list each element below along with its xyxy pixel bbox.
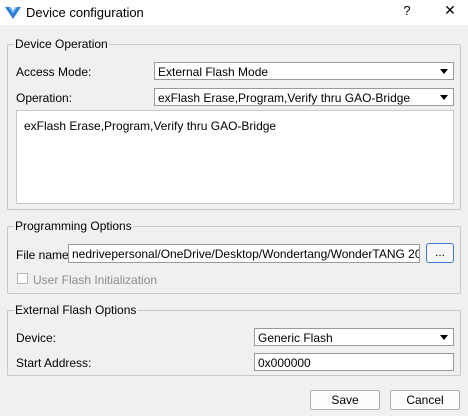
- access-mode-dropdown[interactable]: External Flash Mode: [154, 62, 454, 80]
- title-bar: Device configuration ? ✕: [0, 0, 468, 25]
- operation-dropdown[interactable]: exFlash Erase,Program,Verify thru GAO-Br…: [154, 88, 454, 106]
- chevron-down-icon: [440, 69, 448, 74]
- file-name-value: nedrivepersonal/OneDrive/Desktop/Wondert…: [72, 247, 420, 261]
- user-flash-checkbox[interactable]: [17, 273, 28, 284]
- device-value: Generic Flash: [258, 331, 333, 345]
- operation-description-box: exFlash Erase,Program,Verify thru GAO-Br…: [16, 110, 454, 204]
- user-flash-label: User Flash Initialization: [33, 273, 158, 287]
- device-dropdown[interactable]: Generic Flash: [254, 328, 454, 346]
- browse-button[interactable]: ...: [426, 243, 454, 263]
- access-mode-label: Access Mode:: [16, 65, 92, 79]
- start-address-value: 0x000000: [258, 356, 311, 370]
- file-name-label: File name:: [16, 248, 73, 262]
- app-logo-icon: [5, 7, 21, 19]
- chevron-down-icon: [440, 95, 448, 100]
- start-address-input[interactable]: 0x000000: [254, 353, 454, 371]
- cancel-button[interactable]: Cancel: [390, 390, 460, 410]
- file-name-input[interactable]: nedrivepersonal/OneDrive/Desktop/Wondert…: [68, 244, 420, 263]
- close-button[interactable]: ✕: [441, 2, 459, 19]
- start-address-label: Start Address:: [16, 356, 92, 370]
- operation-description: exFlash Erase,Program,Verify thru GAO-Br…: [24, 119, 277, 133]
- window-title: Device configuration: [26, 5, 144, 20]
- operation-value: exFlash Erase,Program,Verify thru GAO-Br…: [158, 91, 411, 105]
- save-button[interactable]: Save: [310, 390, 380, 410]
- help-button[interactable]: ?: [399, 3, 415, 18]
- device-label: Device:: [16, 331, 57, 345]
- programming-options-title: Programming Options: [14, 219, 133, 233]
- access-mode-value: External Flash Mode: [158, 65, 269, 79]
- external-flash-options-title: External Flash Options: [14, 303, 138, 317]
- device-operation-title: Device Operation: [14, 37, 109, 51]
- chevron-down-icon: [440, 335, 448, 340]
- operation-label: Operation:: [16, 91, 73, 105]
